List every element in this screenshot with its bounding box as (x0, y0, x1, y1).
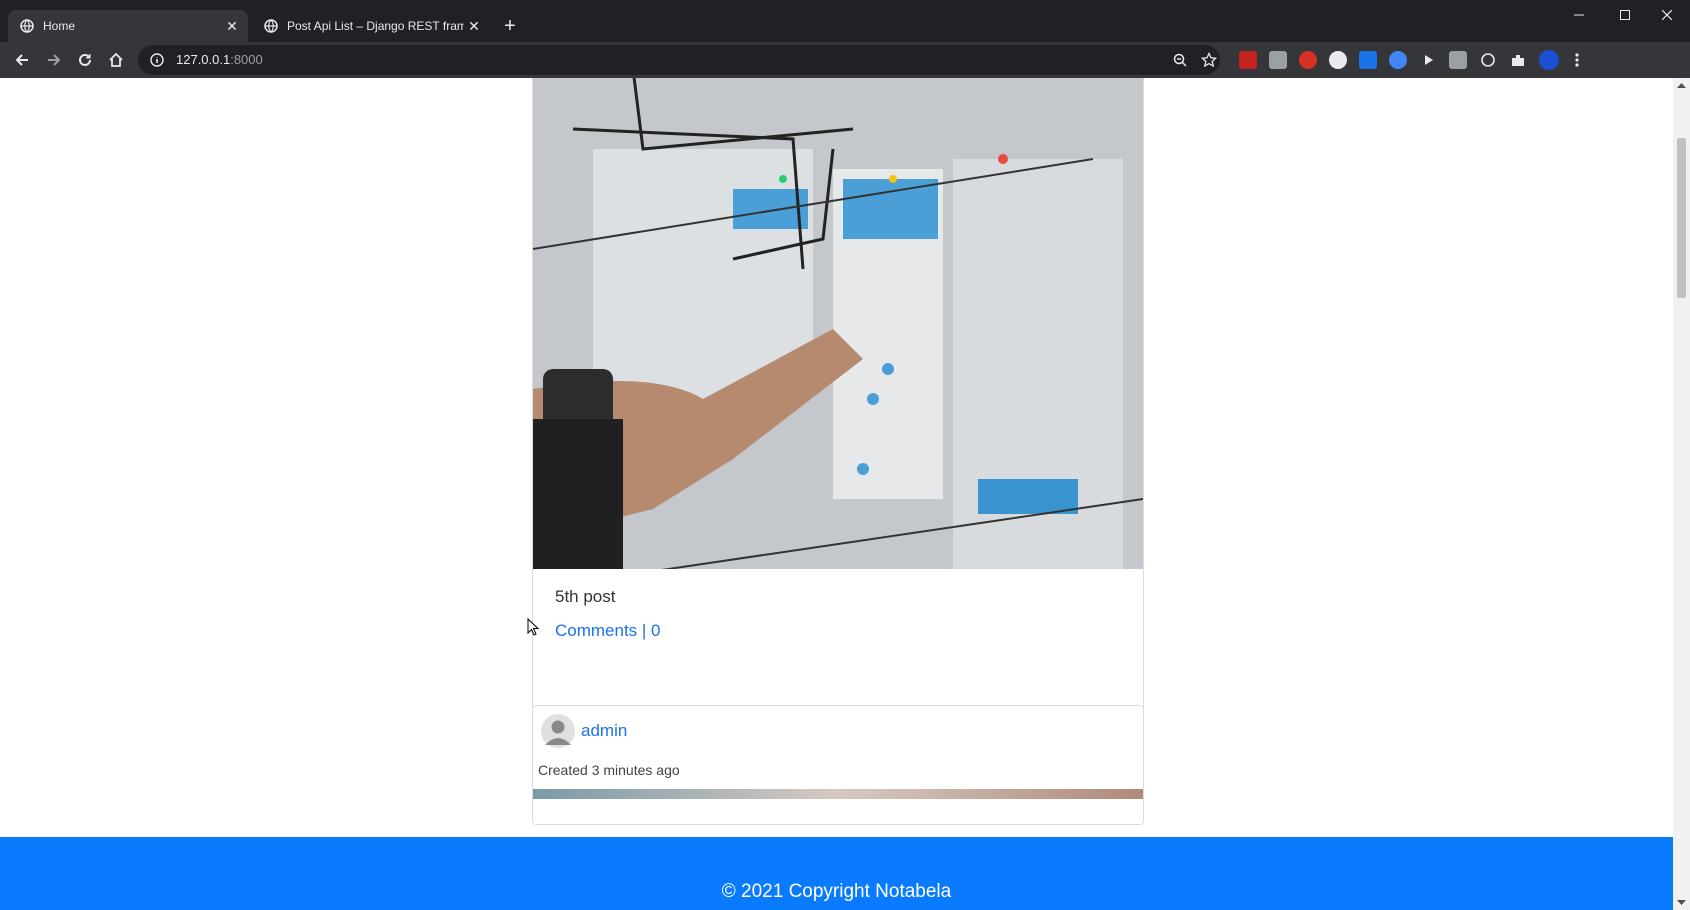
extension-icon[interactable] (1449, 51, 1467, 69)
new-tab-button[interactable]: + (498, 14, 522, 38)
extension-icon[interactable] (1269, 51, 1287, 69)
profile-avatar[interactable] (1539, 50, 1559, 70)
maximize-icon (1620, 10, 1630, 20)
scroll-up-icon[interactable] (1677, 82, 1686, 88)
reload-button[interactable] (71, 46, 99, 74)
extension-icon[interactable] (1299, 51, 1317, 69)
adblock-extension-icon[interactable] (1239, 51, 1257, 69)
scroll-down-icon[interactable] (1677, 900, 1686, 906)
zoom-icon[interactable] (1173, 53, 1187, 67)
close-tab-icon[interactable]: ✕ (222, 18, 242, 35)
post-card: admin Created 3 minutes ago (532, 705, 1144, 825)
minimize-button[interactable] (1556, 0, 1602, 30)
globe-icon (20, 19, 34, 33)
tab-title: Home (43, 19, 76, 33)
puzzle-icon[interactable] (1509, 51, 1527, 69)
close-icon (1662, 10, 1672, 20)
browser-tabstrip: Home ✕ Post Api List – Django REST fram … (0, 0, 1690, 42)
url-host: 127.0.0.1 (176, 52, 231, 67)
close-tab-icon[interactable]: ✕ (464, 18, 484, 35)
globe-icon (264, 19, 278, 33)
footer-copyright: © 2021 Copyright Notabela (721, 881, 952, 902)
page-viewport: 5th post Comments | 0 admin Created 3 mi… (0, 78, 1673, 910)
tab-post-api-list[interactable]: Post Api List – Django REST fram ✕ (252, 10, 490, 42)
mouse-cursor-icon (527, 618, 539, 636)
close-window-button[interactable] (1644, 0, 1690, 30)
address-bar[interactable]: 127.0.0.1:8000 (138, 45, 1220, 75)
minimize-icon (1574, 14, 1584, 16)
browser-toolbar: 127.0.0.1:8000 (0, 42, 1690, 78)
page-scrollbar[interactable] (1673, 78, 1690, 910)
tab-home[interactable]: Home ✕ (8, 10, 248, 42)
scrollbar-thumb[interactable] (1677, 138, 1686, 298)
play-extension-icon[interactable] (1419, 51, 1437, 69)
url-port: :8000 (230, 52, 263, 67)
avatar (541, 714, 575, 748)
post-image[interactable] (533, 78, 1143, 569)
created-timestamp: Created 3 minutes ago (538, 762, 680, 778)
post-card: 5th post Comments | 0 (532, 78, 1144, 725)
site-footer: © 2021 Copyright Notabela (0, 837, 1673, 910)
author-link[interactable]: admin (581, 721, 627, 741)
extension-icon[interactable] (1389, 51, 1407, 69)
bookmark-star-icon[interactable] (1201, 52, 1217, 68)
info-icon (150, 53, 164, 67)
extension-icon[interactable] (1479, 51, 1497, 69)
forward-button[interactable] (40, 46, 68, 74)
post-caption: 5th post (555, 587, 616, 606)
comments-link[interactable]: Comments | 0 (555, 621, 661, 641)
tab-title: Post Api List – Django REST fram (287, 19, 464, 33)
arrow-left-icon (15, 54, 28, 66)
home-icon (109, 52, 123, 67)
back-button[interactable] (8, 46, 36, 74)
home-button[interactable] (102, 46, 130, 74)
arrow-right-icon (48, 54, 61, 66)
menu-icon[interactable] (1568, 51, 1586, 69)
url-text: 127.0.0.1:8000 (176, 52, 263, 67)
extension-icon[interactable] (1359, 51, 1377, 69)
reload-icon (79, 53, 91, 66)
maximize-button[interactable] (1602, 0, 1648, 30)
post-image[interactable] (533, 789, 1143, 799)
extension-icon[interactable] (1329, 51, 1347, 69)
